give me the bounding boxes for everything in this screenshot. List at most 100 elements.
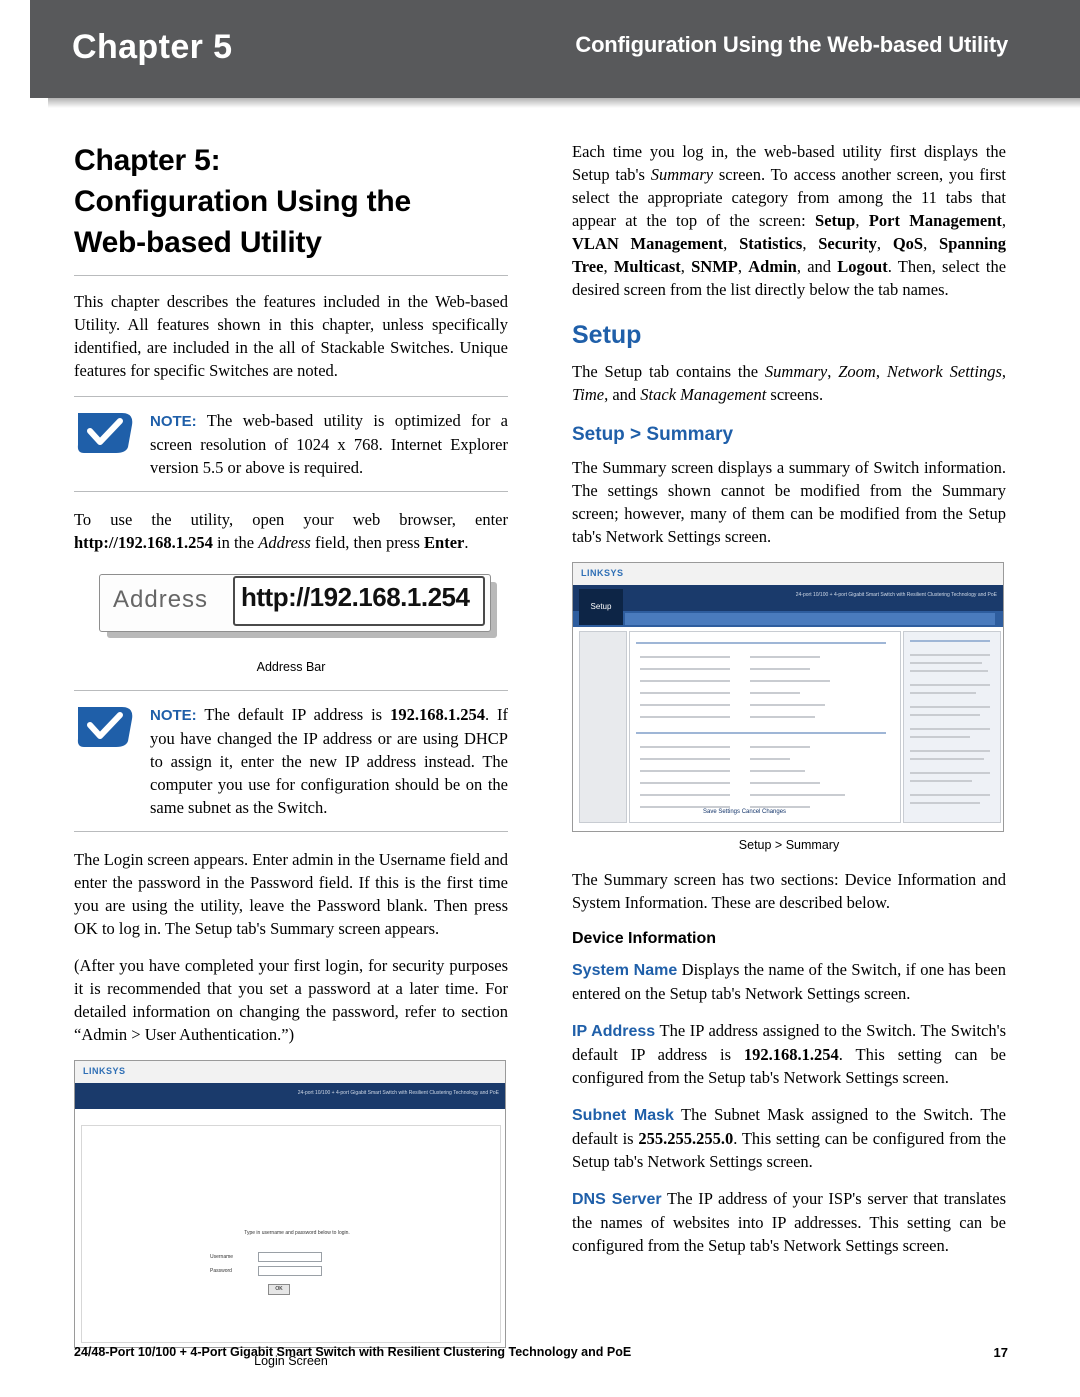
ip-address-paragraph: IP Address The IP address assigned to th… xyxy=(572,1019,1006,1089)
footer-page-number: 17 xyxy=(993,1345,1008,1360)
login-shot-password-field[interactable] xyxy=(258,1266,322,1276)
header-chapter-title: Configuration Using the Web-based Utilit… xyxy=(575,32,1008,57)
tab-multicast: Multicast xyxy=(613,257,681,276)
login-screenshot: LINKSYS 24-port 10/100 + 4-port Gigabit … xyxy=(74,1060,506,1348)
tab-admin: Admin xyxy=(748,257,797,276)
right-column: Each time you log in, the web-based util… xyxy=(572,140,1006,1271)
summary-shot-brandbar xyxy=(573,563,1003,586)
summary-sections-paragraph: The Summary screen has two sections: Dev… xyxy=(572,870,1006,912)
note-default-ip-text: NOTE: The default IP address is 192.168.… xyxy=(150,703,508,819)
use-utility-paragraph: To use the utility, open your web browse… xyxy=(74,508,508,554)
tab-security: Security xyxy=(818,234,877,253)
figure-address-bar: Address http://192.168.1.254 Address Bar xyxy=(74,568,508,674)
system-name-paragraph: System Name Displays the name of the Swi… xyxy=(572,958,1006,1005)
page-title-line1: Chapter 5: xyxy=(74,144,221,177)
address-bar-url-text: http://192.168.1.254 xyxy=(241,582,470,612)
figure-caption-address-bar: Address Bar xyxy=(256,660,326,674)
default-ip-value: 192.168.1.254 xyxy=(390,705,485,724)
page-title-line3: Web-based Utility xyxy=(74,226,322,259)
setup-item-summary: Summary xyxy=(764,362,828,381)
setup-part1: The Setup tab contains the xyxy=(572,362,765,381)
summary-paragraph: The Summary screen displays a summary of… xyxy=(572,458,1006,546)
note-resolution-text: NOTE: The web-based utility is optimized… xyxy=(150,409,508,479)
figure-caption-setup-summary: Setup > Summary xyxy=(738,838,840,852)
term-dns-server: DNS Server xyxy=(572,1191,662,1208)
note-box-resolution: NOTE: The web-based utility is optimized… xyxy=(74,396,508,492)
subnet-mask-value: 255.255.255.0 xyxy=(638,1129,734,1148)
login-paragraph: The Login screen appears. Enter admin in… xyxy=(74,850,508,938)
ip-address-value: 192.168.1.254 xyxy=(743,1045,839,1064)
figure-login-screen: LINKSYS 24-port 10/100 + 4-port Gigabit … xyxy=(74,1060,508,1368)
summary-shot-main-pane xyxy=(629,631,901,823)
address-bar-image: Address http://192.168.1.254 xyxy=(81,568,501,654)
setup-item-stack-management: Stack Management xyxy=(640,385,767,404)
note-resolution-body: The web-based utility is optimized for a… xyxy=(150,411,508,477)
footer-product-name: 24/48-Port 10/100 + 4-Port Gigabit Smart… xyxy=(74,1345,632,1359)
header-chapter-number: Chapter 5 xyxy=(72,28,233,66)
linksys-logo: LINKSYS xyxy=(83,1066,126,1076)
use-utility-part1: To use the utility, open your web browse… xyxy=(74,510,508,529)
login-shot-ok-button[interactable]: OK xyxy=(268,1284,290,1295)
login-shot-password-label: Password xyxy=(210,1268,232,1274)
setup-item-time: Time xyxy=(572,385,605,404)
login-shot-username-field[interactable] xyxy=(258,1252,322,1262)
tab-port-management: Port Management xyxy=(868,211,1002,230)
header-left-strip xyxy=(0,0,48,98)
page-title-line2: Configuration Using the xyxy=(74,185,412,218)
use-utility-period: . xyxy=(464,533,469,552)
use-utility-part3: field, then press xyxy=(310,533,425,552)
page-title: Chapter 5: Configuration Using the Web-b… xyxy=(74,140,508,263)
security-paragraph: (After you have completed your first log… xyxy=(74,956,508,1044)
page-header: Chapter 5 Configuration Using the Web-ba… xyxy=(0,0,1080,98)
section-heading-setup-summary: Setup > Summary xyxy=(572,424,734,445)
tab-snmp: SNMP xyxy=(691,257,738,276)
subnet-mask-paragraph: Subnet Mask The Subnet Mask assigned to … xyxy=(572,1103,1006,1173)
summary-screen-ref: Summary xyxy=(650,165,714,184)
login-shot-body: Type in username and password below to l… xyxy=(81,1125,501,1343)
intro-paragraph: This chapter describes the features incl… xyxy=(74,292,508,380)
term-system-name: System Name xyxy=(572,962,678,979)
subsection-heading-device-information: Device Information xyxy=(572,930,717,947)
summary-shot-footer-buttons[interactable]: Save Settings Cancel Changes xyxy=(703,809,786,815)
summary-shot-navbar: 24-port 10/100 + 4-port Gigabit Smart Sw… xyxy=(573,585,1003,611)
linksys-logo: LINKSYS xyxy=(581,568,624,578)
tab-qos: QoS xyxy=(892,234,924,253)
summary-shot-setup-tab[interactable]: Setup xyxy=(579,589,623,625)
login-shot-message: Type in username and password below to l… xyxy=(244,1230,350,1236)
login-shot-navbar: 24-port 10/100 + 4-port Gigabit Smart Sw… xyxy=(75,1083,505,1109)
dns-server-paragraph: DNS Server The IP address of your ISP's … xyxy=(572,1187,1006,1257)
address-field-label: Address xyxy=(258,533,311,552)
tab-vlan-management: VLAN Management xyxy=(572,234,724,253)
term-subnet-mask: Subnet Mask xyxy=(572,1107,674,1124)
checkmark-icon xyxy=(76,703,136,749)
utility-url: http://192.168.1.254 xyxy=(74,533,213,552)
summary-shot-subnav[interactable] xyxy=(625,613,995,625)
use-utility-part2: in the xyxy=(212,533,259,552)
summary-shot-model: 24-port 10/100 + 4-port Gigabit Smart Sw… xyxy=(795,592,997,598)
tab-logout: Logout xyxy=(837,257,888,276)
setup-paragraph: The Setup tab contains the Summary, Zoom… xyxy=(572,362,1006,404)
note-label: NOTE: xyxy=(150,707,197,724)
setup-item-network-settings: Network Settings xyxy=(886,362,1002,381)
checkmark-icon xyxy=(76,409,136,455)
note-default-ip-part1: The default IP address is xyxy=(196,705,391,724)
summary-shot-right-pane xyxy=(903,631,1001,823)
login-shot-model: 24-port 10/100 + 4-port Gigabit Smart Sw… xyxy=(297,1090,499,1096)
term-ip-address: IP Address xyxy=(572,1023,656,1040)
setup-summary-screenshot: LINKSYS 24-port 10/100 + 4-port Gigabit … xyxy=(572,562,1004,832)
title-divider xyxy=(74,275,508,276)
tab-statistics: Statistics xyxy=(739,234,803,253)
note-label: NOTE: xyxy=(150,413,197,430)
note-box-default-ip: NOTE: The default IP address is 192.168.… xyxy=(74,690,508,832)
figure-setup-summary: LINKSYS 24-port 10/100 + 4-port Gigabit … xyxy=(572,562,1006,852)
login-shot-brandbar xyxy=(75,1061,505,1084)
header-shadow xyxy=(48,98,1080,108)
each-time-paragraph: Each time you log in, the web-based util… xyxy=(572,142,1007,299)
enter-key-label: Enter xyxy=(424,533,465,552)
page-footer: 24/48-Port 10/100 + 4-Port Gigabit Smart… xyxy=(74,1345,1008,1360)
setup-item-zoom: Zoom xyxy=(838,362,876,381)
section-heading-setup: Setup xyxy=(572,321,642,349)
address-bar-label: Address xyxy=(113,586,209,613)
tab-setup: Setup xyxy=(815,211,856,230)
setup-part2: screens. xyxy=(766,385,824,404)
